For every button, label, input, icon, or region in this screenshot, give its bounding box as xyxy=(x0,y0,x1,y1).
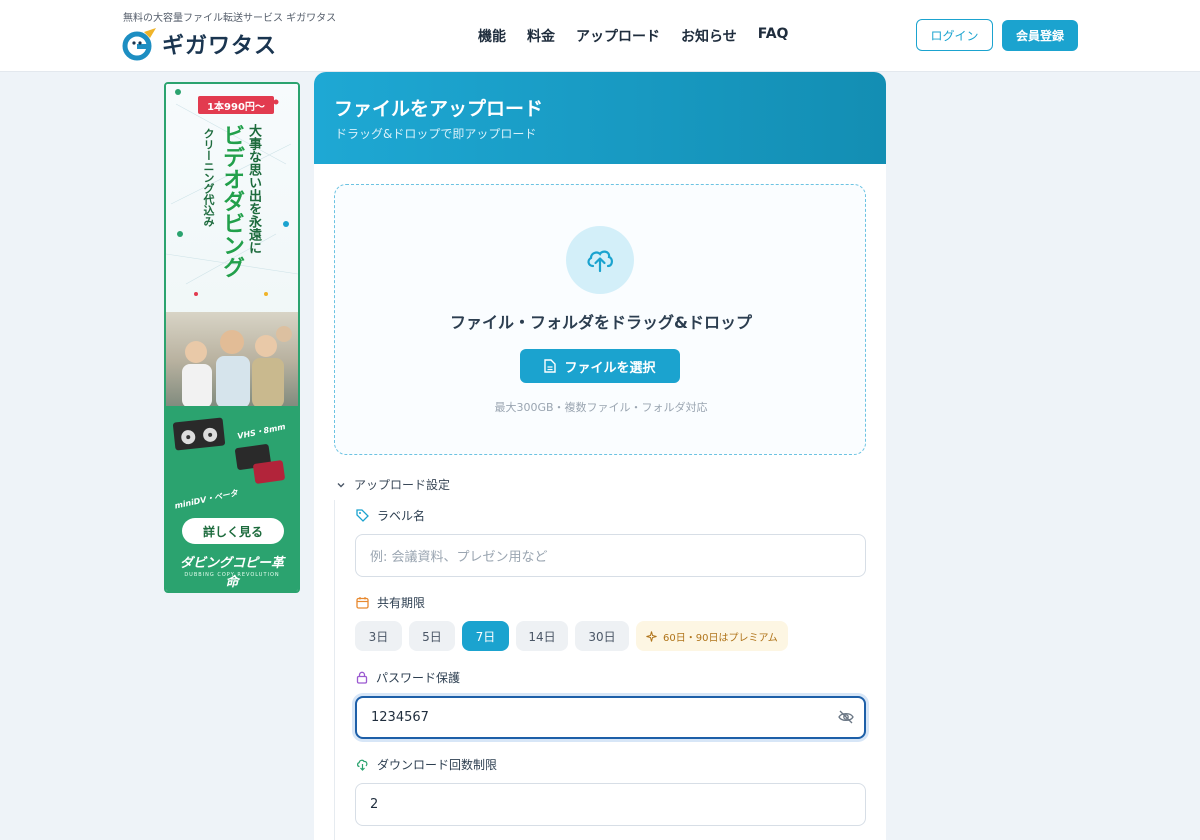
ad-banner[interactable]: 1本990円～ 大事な思い出を永遠に ビデオダビング クリーニング代込み VHS… xyxy=(164,82,300,593)
dropzone-note: 最大300GB・複数ファイル・フォルダ対応 xyxy=(494,401,708,414)
expiry-heading: 共有期限 xyxy=(356,594,425,611)
expiry-option-30d[interactable]: 30日 xyxy=(575,621,629,651)
upload-settings-label: アップロード設定 xyxy=(354,478,451,492)
minidv-tape-icon xyxy=(252,460,286,484)
vhs-tape-icon xyxy=(172,417,226,451)
lock-icon xyxy=(356,671,368,684)
password-input[interactable]: 1234567 xyxy=(355,696,866,739)
login-button[interactable]: ログイン xyxy=(916,19,993,51)
ad-headline: ビデオダビング xyxy=(219,124,244,278)
upload-title: ファイルをアップロード xyxy=(334,98,544,120)
nav-features[interactable]: 機能 xyxy=(478,26,506,46)
premium-expiry-badge[interactable]: 60日・90日はプレミアム xyxy=(636,621,788,651)
signup-button[interactable]: 会員登録 xyxy=(1002,20,1078,51)
cloud-upload-icon xyxy=(566,226,634,294)
ad-bottom-section: VHS・8mm miniDV・ベータ 詳しく見る ダビングコピー革命 DUBBI… xyxy=(166,406,298,591)
ad-price-badge: 1本990円～ xyxy=(198,96,274,114)
site-header: 無料の大容量ファイル転送サービス ギガワタス ギガワタス 機能 料金 アップロー… xyxy=(0,0,1200,72)
ad-brand-subtitle: DUBBING COPY REVOLUTION xyxy=(184,572,280,578)
eye-off-icon[interactable] xyxy=(838,710,854,724)
upload-card-header: ファイルをアップロード ドラッグ&ドロップで即アップロード xyxy=(314,72,886,164)
expiry-option-5d[interactable]: 5日 xyxy=(409,621,455,651)
nav-upload[interactable]: アップロード xyxy=(576,26,660,46)
select-file-label: ファイルを選択 xyxy=(564,360,656,376)
ad-media-label-2: miniDV・ベータ xyxy=(173,488,239,511)
upload-card: ファイルをアップロード ドラッグ&ドロップで即アップロード ファイル・フォルダを… xyxy=(314,72,886,840)
password-heading: パスワード保護 xyxy=(356,669,460,686)
logo-g-icon xyxy=(122,26,158,62)
label-name-input[interactable]: 例: 会議資料、プレゼン用など xyxy=(355,534,866,577)
label-name-heading: ラベル名 xyxy=(356,507,425,524)
ad-details-button[interactable]: 詳しく見る xyxy=(182,518,284,544)
nav-faq[interactable]: FAQ xyxy=(758,26,789,46)
nav-pricing[interactable]: 料金 xyxy=(527,26,555,46)
cloud-download-icon xyxy=(356,758,369,771)
ad-family-photo xyxy=(166,312,298,408)
logo-text: ギガワタス xyxy=(162,34,278,59)
password-label: パスワード保護 xyxy=(376,671,461,685)
expiry-option-3d[interactable]: 3日 xyxy=(355,621,402,651)
premium-expiry-text: 60日・90日はプレミアム xyxy=(663,632,778,644)
download-limit-input[interactable]: 2 xyxy=(355,783,866,826)
select-file-button[interactable]: ファイルを選択 xyxy=(520,349,680,383)
download-limit-label: ダウンロード回数制限 xyxy=(377,758,498,772)
password-value: 1234567 xyxy=(371,710,429,725)
ad-headline-sub: 大事な思い出を永遠に xyxy=(246,124,261,254)
ad-brand-logo: ダビングコピー革命 xyxy=(179,556,284,590)
site-tagline: 無料の大容量ファイル転送サービス ギガワタス xyxy=(123,13,337,24)
upload-settings-toggle[interactable]: アップロード設定 xyxy=(336,476,450,493)
expiry-label: 共有期限 xyxy=(377,596,426,610)
ad-media-label: VHS・8mm xyxy=(236,422,287,441)
ad-headline-note: クリーニング代込み xyxy=(202,128,215,227)
expiry-option-7d[interactable]: 7日 xyxy=(462,621,509,651)
calendar-icon xyxy=(356,596,369,609)
nav-news[interactable]: お知らせ xyxy=(681,26,737,46)
tag-icon xyxy=(356,509,369,522)
file-dropzone[interactable]: ファイル・フォルダをドラッグ&ドロップ ファイルを選択 最大300GB・複数ファ… xyxy=(334,184,866,455)
label-name-text: ラベル名 xyxy=(377,509,426,523)
document-icon xyxy=(544,359,557,373)
main-nav: 機能 料金 アップロード お知らせ FAQ xyxy=(478,26,809,46)
expiry-options: 3日 5日 7日 14日 30日 60日・90日はプレミアム xyxy=(355,621,788,651)
upload-subtitle: ドラッグ&ドロップで即アップロード xyxy=(335,127,537,141)
sparkle-icon xyxy=(646,630,657,642)
expiry-option-14d[interactable]: 14日 xyxy=(516,621,568,651)
site-logo[interactable]: ギガワタス xyxy=(122,26,277,62)
dropzone-text: ファイル・フォルダをドラッグ&ドロップ xyxy=(450,313,752,332)
download-limit-heading: ダウンロード回数制限 xyxy=(356,756,497,773)
chevron-down-icon xyxy=(336,480,346,490)
settings-divider xyxy=(334,500,336,840)
